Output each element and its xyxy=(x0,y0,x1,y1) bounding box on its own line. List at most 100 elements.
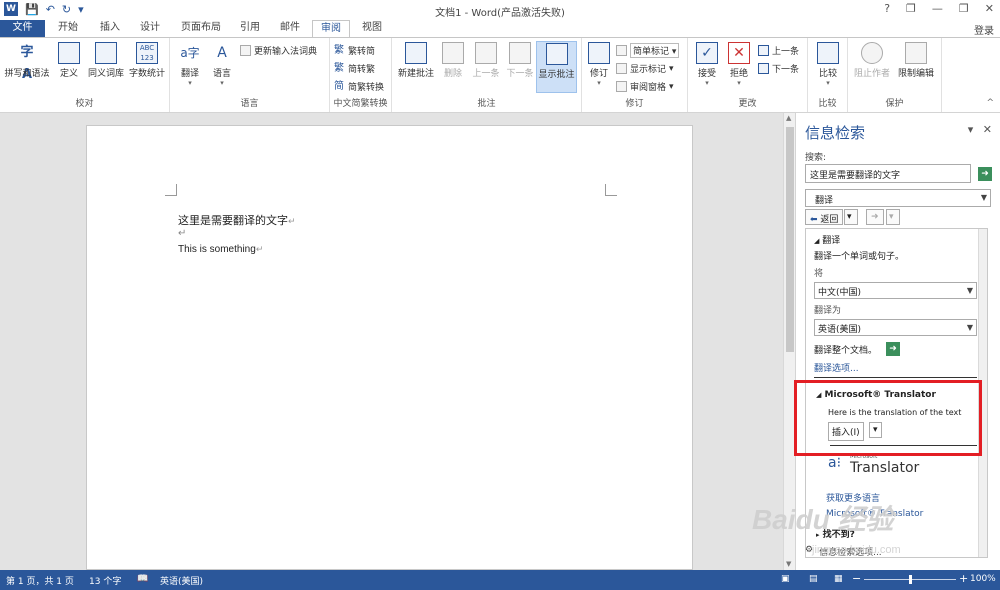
tab-design[interactable]: 设计 xyxy=(132,20,168,37)
scroll-up-icon[interactable]: ▲ xyxy=(786,114,791,122)
track-changes-button[interactable]: 修订 ▾ xyxy=(586,42,612,87)
compare-dropdown-icon: ▾ xyxy=(826,79,830,87)
next-comment-icon xyxy=(509,42,531,64)
tab-file[interactable]: 文件 xyxy=(0,20,45,37)
show-comments-icon xyxy=(545,43,568,65)
ribbon-tabs: 文件 开始 插入 设计 页面布局 引用 邮件 审阅 视图 登录 xyxy=(0,20,1000,37)
simple-to-trad-button[interactable]: 繁 简转繁 xyxy=(334,62,375,75)
show-markup-button[interactable]: 显示标记 ▾ xyxy=(616,62,674,75)
back-dropdown[interactable]: ▾ xyxy=(844,209,858,225)
reviewing-pane-icon xyxy=(616,81,627,92)
language-status[interactable]: 英语(美国) xyxy=(160,574,203,587)
from-language-select[interactable]: 中文(中国) ▼ xyxy=(814,282,977,299)
forward-button[interactable]: ➜ xyxy=(866,209,884,225)
tab-page-layout[interactable]: 页面布局 xyxy=(174,20,228,37)
reviewing-pane-button[interactable]: 审阅窗格 ▾ xyxy=(616,80,674,93)
login-link[interactable]: 登录 xyxy=(974,22,994,37)
tab-view[interactable]: 视图 xyxy=(354,20,390,37)
translate-icon: a字 xyxy=(180,46,200,60)
read-mode-icon[interactable]: ▣ xyxy=(781,574,790,584)
to-language-select[interactable]: 英语(美国) ▼ xyxy=(814,319,977,336)
show-markup-icon xyxy=(616,63,627,74)
document-line-english[interactable]: This is something↵ xyxy=(178,244,263,255)
ribbon: 字A 拼写和语法 定义 同义词库 ABC 123 字数统计 校对 a字 翻译 ▾… xyxy=(0,37,1000,113)
document-area: 这里是需要翻译的文字↵ ↵ This is something↵ xyxy=(0,113,783,570)
forward-dropdown[interactable]: ▾ xyxy=(886,209,900,225)
language-dropdown-icon: ▾ xyxy=(220,79,224,87)
zoom-out-button[interactable]: − xyxy=(852,572,861,585)
title-bar: W 💾 ↶ ↻ ▾ 文档1 - Word(产品激活失败) ? ❐ — ❐ ✕ xyxy=(0,0,1000,20)
translate-document-label: 翻译整个文档。 xyxy=(814,346,878,356)
group-chinese-conversion: 繁 繁转简 繁 简转繁 简 简繁转换 中文简繁转换 xyxy=(330,38,392,112)
group-label-compare: 比较 xyxy=(818,99,837,109)
simple-to-trad-icon: 繁 xyxy=(334,63,344,74)
document-line-chinese[interactable]: 这里是需要翻译的文字↵ xyxy=(178,212,296,228)
search-go-button[interactable]: ➜ xyxy=(978,167,992,181)
define-button[interactable]: 定义 xyxy=(56,42,82,79)
group-language: a字 翻译 ▾ A 语言 ▾ 更新输入法词典 语言 xyxy=(170,38,330,112)
block-authors-button[interactable]: 阻止作者 xyxy=(852,42,892,79)
new-comment-button[interactable]: 新建批注 xyxy=(396,42,436,79)
show-comments-button[interactable]: 显示批注 xyxy=(536,41,577,93)
group-label-tracking: 修订 xyxy=(625,99,644,109)
prev-comment-button[interactable]: 上一条 xyxy=(470,42,502,79)
close-button[interactable]: ✕ xyxy=(985,2,994,15)
document-page[interactable]: 这里是需要翻译的文字↵ ↵ This is something↵ xyxy=(86,125,693,570)
compare-button[interactable]: 比较 ▾ xyxy=(815,42,841,87)
search-input[interactable]: 这里是需要翻译的文字 xyxy=(805,164,971,183)
next-change-button[interactable]: 下一条 xyxy=(758,62,799,75)
scroll-down-icon[interactable]: ▼ xyxy=(786,560,791,568)
accept-button[interactable]: ✓ 接受 ▾ xyxy=(694,42,720,87)
chinese-convert-button[interactable]: 简 简繁转换 xyxy=(334,80,384,93)
word-count-button[interactable]: ABC 123 字数统计 xyxy=(127,42,167,79)
pane-close-icon[interactable]: ✕ xyxy=(983,123,992,136)
pane-options-icon[interactable]: ▾ xyxy=(968,123,974,136)
tab-insert[interactable]: 插入 xyxy=(92,20,128,37)
back-button[interactable]: ⬅ 返回 xyxy=(805,209,844,225)
help-button[interactable]: ? xyxy=(884,2,890,15)
translate-button[interactable]: a字 翻译 ▾ xyxy=(176,42,204,87)
tab-mailings[interactable]: 邮件 xyxy=(272,20,308,37)
markup-select[interactable]: 简单标记 ▾ xyxy=(616,43,680,58)
next-comment-button[interactable]: 下一条 xyxy=(504,42,536,79)
service-select[interactable]: 翻译 ▼ xyxy=(805,189,991,207)
search-label: 搜索: xyxy=(805,153,827,163)
word-count[interactable]: 13 个字 xyxy=(89,574,121,587)
tab-review[interactable]: 审阅 xyxy=(312,20,350,37)
accept-icon: ✓ xyxy=(696,42,718,64)
tab-references[interactable]: 引用 xyxy=(232,20,268,37)
prev-change-icon xyxy=(758,45,769,56)
print-layout-icon[interactable]: ▤ xyxy=(809,574,818,584)
web-layout-icon[interactable]: ▦ xyxy=(834,574,843,584)
minimize-button[interactable]: — xyxy=(932,2,943,15)
proofing-status-icon[interactable]: 📖 xyxy=(137,574,148,584)
scrollbar-thumb[interactable] xyxy=(786,127,794,352)
restrict-editing-button[interactable]: 限制编辑 xyxy=(894,42,938,79)
thesaurus-button[interactable]: 同义词库 xyxy=(86,42,126,79)
zoom-level[interactable]: 100% xyxy=(970,574,996,584)
group-label-changes: 更改 xyxy=(738,99,757,109)
restore-button[interactable]: ❐ xyxy=(959,2,969,15)
translate-document-button[interactable]: ➜ xyxy=(886,342,900,356)
language-button[interactable]: A 语言 ▾ xyxy=(208,42,236,87)
translate-section-header[interactable]: ◢ 翻译 xyxy=(814,233,840,246)
spelling-button[interactable]: 字A 拼写和语法 xyxy=(4,42,50,82)
zoom-slider-thumb[interactable] xyxy=(909,575,912,584)
divider xyxy=(814,377,977,378)
collapse-ribbon-icon[interactable]: ^ xyxy=(986,98,994,108)
watermark: Baidu 经验 jingyan.baidu.com xyxy=(752,498,901,556)
delete-comment-button[interactable]: 删除 xyxy=(440,42,466,79)
trad-to-simple-button[interactable]: 繁 繁转简 xyxy=(334,44,375,57)
prev-change-button[interactable]: 上一条 xyxy=(758,44,799,57)
language-icon: A xyxy=(217,45,227,61)
group-label-comments: 批注 xyxy=(477,99,496,109)
page-count[interactable]: 第 1 页，共 1 页 xyxy=(6,574,74,587)
translation-options-link[interactable]: 翻译选项... xyxy=(814,361,859,374)
collapse-icon: ◢ xyxy=(814,237,820,245)
ribbon-display-button[interactable]: ❐ xyxy=(906,2,916,15)
tab-home[interactable]: 开始 xyxy=(50,20,86,37)
zoom-in-button[interactable]: + xyxy=(959,572,968,585)
update-ime-button[interactable]: 更新输入法词典 xyxy=(240,44,317,57)
empty-paragraph-mark: ↵ xyxy=(178,228,187,239)
reject-button[interactable]: ✕ 拒绝 ▾ xyxy=(726,42,752,87)
